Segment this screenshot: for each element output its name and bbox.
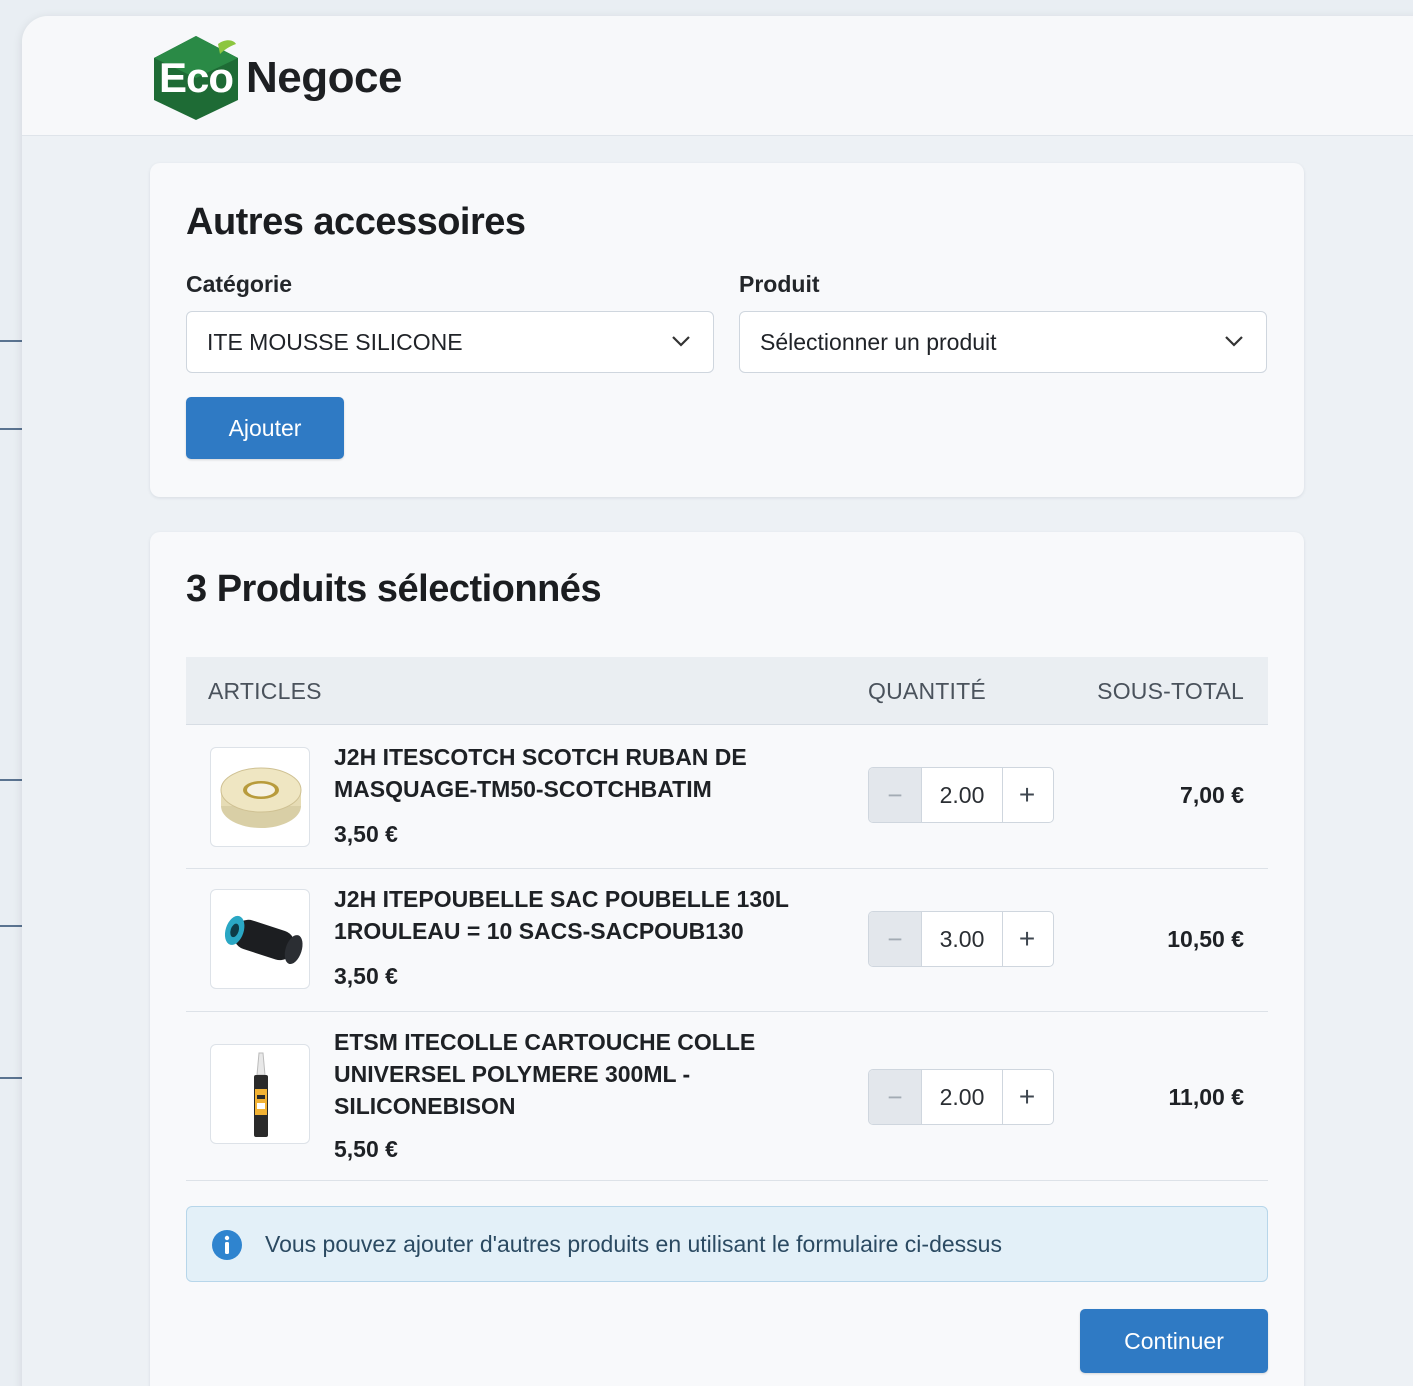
logo-eco-text: Eco — [158, 54, 234, 101]
product-select[interactable]: Sélectionner un produit — [739, 311, 1267, 373]
page: Eco Negoce Autres accessoires Catégorie … — [0, 0, 1413, 1386]
glue-cartridge-icon — [254, 1052, 268, 1137]
product-name: J2H ITESCOTCH SCOTCH RUBAN DE MASQUAGE-T… — [334, 744, 747, 802]
product-unit-price: 5,50 € — [334, 1136, 398, 1162]
row-subtotal: 7,00 € — [1180, 782, 1244, 808]
increase-quantity-button[interactable]: + — [1001, 1070, 1053, 1124]
trash-bag-roll-icon — [224, 915, 303, 965]
continue-button[interactable]: Continuer — [1080, 1309, 1268, 1373]
column-header-articles: ARTICLES — [208, 678, 322, 704]
decrease-quantity-button[interactable]: − — [869, 1070, 921, 1124]
accessories-title: Autres accessoires — [186, 201, 526, 243]
selected-products-card: 3 Produits sélectionnés ARTICLES QUANTIT… — [150, 532, 1304, 1386]
decrease-quantity-button[interactable]: − — [869, 912, 921, 966]
tape-roll-icon — [220, 767, 302, 828]
increase-quantity-button[interactable]: + — [1001, 768, 1053, 822]
product-unit-price: 3,50 € — [334, 821, 398, 847]
table-header: ARTICLES QUANTITÉ SOUS-TOTAL — [186, 657, 1268, 725]
table-row: J2H ITEPOUBELLE SAC POUBELLE 130L 1ROULE… — [186, 869, 1268, 1012]
table-row: J2H ITESCOTCH SCOTCH RUBAN DE MASQUAGE-T… — [186, 725, 1268, 869]
category-select[interactable]: ITE MOUSSE SILICONE — [186, 311, 714, 373]
chevron-down-icon — [672, 336, 690, 347]
add-button[interactable]: Ajouter — [186, 397, 344, 459]
product-unit-price: 3,50 € — [334, 963, 398, 989]
accessories-card: Autres accessoires Catégorie ITE MOUSSE … — [150, 163, 1304, 497]
quantity-stepper: − 3.00 + — [868, 911, 1054, 967]
info-alert: Vous pouvez ajouter d'autres produits en… — [186, 1206, 1268, 1282]
product-select-placeholder: Sélectionner un produit — [760, 328, 997, 355]
quantity-stepper: − 2.00 + — [868, 767, 1054, 823]
product-name: ETSM ITECOLLE CARTOUCHE COLLE UNIVERSEL … — [334, 1029, 756, 1119]
quantity-stepper: − 2.00 + — [868, 1069, 1054, 1125]
product-thumbnail[interactable] — [210, 1044, 310, 1144]
quantity-input[interactable]: 2.00 — [921, 1070, 1003, 1124]
info-message: Vous pouvez ajouter d'autres produits en… — [265, 1231, 1002, 1257]
row-subtotal: 11,00 € — [1168, 1084, 1244, 1110]
quantity-input[interactable]: 3.00 — [921, 912, 1003, 966]
row-subtotal: 10,50 € — [1167, 926, 1244, 952]
column-header-subtotal: SOUS-TOTAL — [1097, 678, 1244, 704]
header-bar: Eco Negoce — [22, 16, 1413, 136]
column-header-quantity: QUANTITÉ — [868, 678, 986, 704]
logo[interactable]: Eco Negoce — [148, 34, 402, 122]
table-row: ETSM ITECOLLE CARTOUCHE COLLE UNIVERSEL … — [186, 1012, 1268, 1181]
logo-negoce-text: Negoce — [246, 53, 402, 102]
quantity-input[interactable]: 2.00 — [921, 768, 1003, 822]
product-thumbnail[interactable] — [210, 747, 310, 847]
increase-quantity-button[interactable]: + — [1001, 912, 1053, 966]
decrease-quantity-button[interactable]: − — [869, 768, 921, 822]
app-window: Eco Negoce Autres accessoires Catégorie … — [22, 16, 1413, 1386]
product-name: J2H ITEPOUBELLE SAC POUBELLE 130L 1ROULE… — [334, 886, 789, 944]
product-thumbnail[interactable] — [210, 889, 310, 989]
chevron-down-icon — [1225, 336, 1243, 347]
category-select-value: ITE MOUSSE SILICONE — [207, 328, 463, 355]
selected-products-title: 3 Produits sélectionnés — [186, 568, 602, 610]
logo-hexagon-icon: Eco — [148, 34, 244, 122]
product-label: Produit — [739, 271, 820, 297]
info-icon — [212, 1230, 242, 1260]
category-label: Catégorie — [186, 271, 293, 297]
